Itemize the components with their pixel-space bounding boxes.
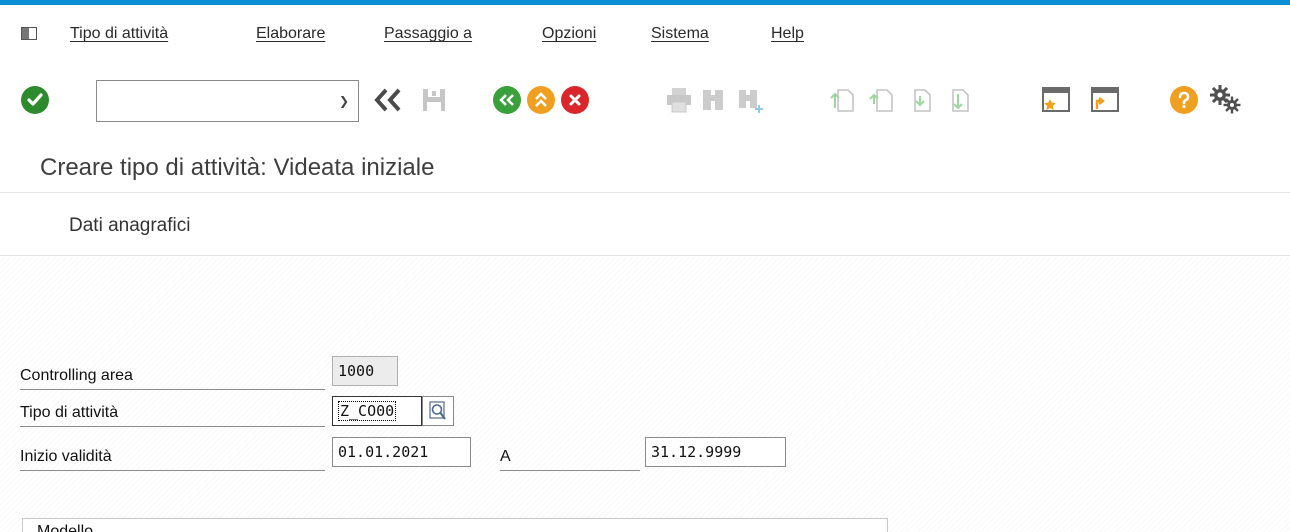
menu-toggle-icon[interactable] xyxy=(21,27,41,41)
menu-items: Tipo di attività Elaborare Passaggio a O… xyxy=(70,25,831,43)
a-label: A xyxy=(500,441,640,471)
standard-toolbar: ❯ xyxy=(0,67,1290,135)
command-field[interactable]: ❯ xyxy=(96,80,359,122)
next-page-icon xyxy=(906,86,934,119)
help-icon[interactable] xyxy=(1170,86,1198,114)
back-double-icon[interactable] xyxy=(372,86,406,119)
application-toolbar: Dati anagrafici xyxy=(0,193,1290,256)
menu-bar: Tipo di attività Elaborare Passaggio a O… xyxy=(0,5,1290,67)
menu-tipo-di-attivita[interactable]: Tipo di attività xyxy=(70,25,256,43)
chevron-down-icon[interactable]: ❯ xyxy=(339,94,349,108)
inizio-validita-field[interactable]: 01.01.2021 xyxy=(332,437,471,467)
create-shortcut-icon[interactable] xyxy=(1089,85,1121,120)
new-session-icon[interactable] xyxy=(1040,85,1072,120)
previous-page-icon xyxy=(868,86,896,119)
modello-group: Modello xyxy=(22,518,888,532)
first-page-icon xyxy=(829,86,857,119)
controlling-area-field: 1000 xyxy=(332,356,398,386)
inizio-validita-label: Inizio validità xyxy=(20,441,325,471)
search-icon xyxy=(429,401,446,420)
dati-anagrafici-button[interactable]: Dati anagrafici xyxy=(69,215,190,237)
check-icon[interactable] xyxy=(21,86,49,114)
value-help-button[interactable] xyxy=(422,396,454,426)
save-icon xyxy=(420,86,448,119)
settings-icon[interactable] xyxy=(1209,84,1247,121)
find-icon xyxy=(700,87,728,118)
tipo-attivita-value: Z_CO00 xyxy=(338,401,397,421)
menu-opzioni[interactable]: Opzioni xyxy=(542,25,651,43)
cancel-icon[interactable] xyxy=(561,86,589,114)
controlling-area-label: Controlling area xyxy=(20,360,325,390)
menu-elaborare[interactable]: Elaborare xyxy=(256,25,384,43)
back-icon[interactable] xyxy=(493,86,521,114)
modello-group-title: Modello xyxy=(37,523,94,532)
menu-help[interactable]: Help xyxy=(771,25,831,43)
form-area xyxy=(0,257,1290,532)
page-title: Creare tipo di attività: Videata inizial… xyxy=(40,154,435,181)
last-page-icon xyxy=(944,86,972,119)
exit-icon[interactable] xyxy=(527,86,555,114)
a-field[interactable]: 31.12.9999 xyxy=(645,437,786,467)
menu-sistema[interactable]: Sistema xyxy=(651,25,771,43)
title-bar: Creare tipo di attività: Videata inizial… xyxy=(0,135,1290,193)
print-icon xyxy=(664,86,694,119)
menu-passaggio-a[interactable]: Passaggio a xyxy=(384,25,542,43)
tipo-attivita-field[interactable]: Z_CO00 xyxy=(332,396,422,426)
tipo-attivita-label: Tipo di attività xyxy=(20,397,325,427)
find-next-icon xyxy=(736,87,766,120)
